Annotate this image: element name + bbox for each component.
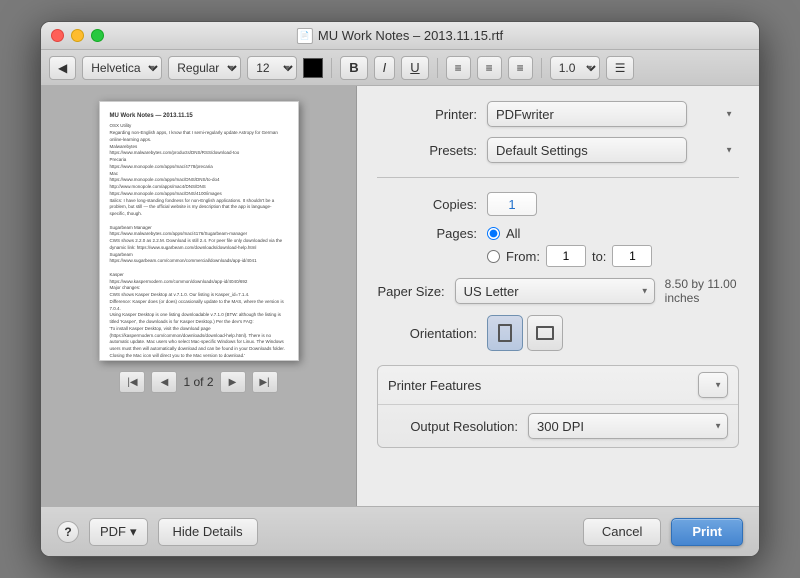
pdf-label: PDF [100, 524, 126, 539]
pages-to-label: to: [592, 249, 606, 264]
portrait-icon [498, 324, 512, 342]
bold-button[interactable]: B [340, 56, 367, 80]
toolbar-divider-2 [437, 58, 438, 78]
titlebar: 📄 MU Work Notes – 2013.11.15.rtf [41, 22, 759, 50]
font-size-select[interactable]: 12 [247, 56, 297, 80]
help-button[interactable]: ? [57, 521, 79, 543]
presets-select[interactable]: Default Settings [487, 137, 687, 163]
font-style-wrapper: Regular [168, 56, 241, 80]
orientation-buttons [487, 315, 563, 351]
preview-navigation: |◀ ◀ 1 of 2 ▶ ▶| [119, 371, 277, 393]
page-info: 1 of 2 [183, 375, 213, 389]
paper-size-control: US Letter [455, 278, 655, 304]
window-title: 📄 MU Work Notes – 2013.11.15.rtf [297, 28, 503, 44]
paper-size-info: 8.50 by 11.00 inches [665, 277, 739, 305]
features-body: Output Resolution: 300 DPI [378, 404, 738, 447]
copies-input[interactable] [487, 192, 537, 216]
traffic-lights [51, 29, 104, 42]
minimize-button[interactable] [71, 29, 84, 42]
pages-all-radio[interactable] [487, 227, 500, 240]
printer-features-header: Printer Features [378, 366, 738, 404]
italic-button[interactable]: I [374, 56, 396, 80]
main-content: MU Work Notes — 2013.11.15 OSX Utility R… [41, 86, 759, 506]
first-page-button[interactable]: |◀ [119, 371, 145, 393]
pages-row: Pages: All From: to: [377, 226, 739, 267]
list-button[interactable]: ☰ [606, 56, 635, 80]
cancel-button[interactable]: Cancel [583, 518, 661, 546]
features-dropdown-wrapper [698, 372, 728, 398]
pdf-button[interactable]: PDF ▾ [89, 518, 148, 546]
paper-size-select[interactable]: US Letter [455, 278, 655, 304]
landscape-icon [536, 326, 554, 340]
close-button[interactable] [51, 29, 64, 42]
portrait-button[interactable] [487, 315, 523, 351]
underline-button[interactable]: U [401, 56, 428, 80]
printer-select[interactable]: PDFwriter [487, 101, 687, 127]
printer-features-section: Printer Features Output Resolution: 300 … [377, 365, 739, 448]
line-spacing-select[interactable]: 1.0 [550, 56, 600, 80]
separator-1 [377, 177, 739, 178]
presets-row: Presets: Default Settings [377, 137, 739, 163]
print-button[interactable]: Print [671, 518, 743, 546]
preview-content: OSX Utility Regarding non-English apps, … [110, 123, 288, 361]
font-family-select[interactable]: Helvetica [82, 56, 162, 80]
output-res-control: 300 DPI [528, 413, 728, 439]
copies-label: Copies: [377, 197, 477, 212]
prev-page-button[interactable]: ◀ [151, 371, 177, 393]
paper-size-label: Paper Size: [377, 284, 445, 299]
printer-row: Printer: PDFwriter [377, 101, 739, 127]
align-right-button[interactable]: ≡ [508, 56, 533, 80]
pages-control: All From: to: [487, 226, 739, 267]
presets-control: Default Settings [487, 137, 739, 163]
output-res-select[interactable]: 300 DPI [528, 413, 728, 439]
preview-title: MU Work Notes — 2013.11.15 [110, 112, 288, 120]
line-spacing-wrapper: 1.0 [550, 56, 600, 80]
toolbar-divider-3 [541, 58, 542, 78]
hide-details-button[interactable]: Hide Details [158, 518, 258, 546]
pages-range-radio[interactable] [487, 250, 500, 263]
align-center-button[interactable]: ≡ [477, 56, 502, 80]
preview-panel: MU Work Notes — 2013.11.15 OSX Utility R… [41, 86, 357, 506]
align-left-button[interactable]: ≡ [446, 56, 471, 80]
last-page-button[interactable]: ▶| [252, 371, 278, 393]
toolbar-divider-1 [331, 58, 332, 78]
paper-size-row: Paper Size: US Letter 8.50 by 11.00 inch… [377, 277, 739, 305]
pages-label: Pages: [377, 226, 477, 241]
presets-label: Presets: [377, 143, 477, 158]
print-dialog: 📄 MU Work Notes – 2013.11.15.rtf ◀ Helve… [40, 21, 760, 557]
copies-control [487, 192, 739, 216]
pdf-arrow-icon: ▾ [130, 524, 137, 540]
printer-control: PDFwriter [487, 101, 739, 127]
pages-all-label: All [506, 226, 520, 241]
font-family-wrapper: Helvetica [82, 56, 162, 80]
toolbar: ◀ Helvetica Regular 12 B I U ≡ ≡ ≡ 1.0 [41, 50, 759, 86]
bottom-bar: ? PDF ▾ Hide Details Cancel Print [41, 506, 759, 556]
next-page-button[interactable]: ▶ [220, 371, 246, 393]
toolbar-back-btn[interactable]: ◀ [49, 56, 76, 80]
font-style-select[interactable]: Regular [168, 56, 241, 80]
print-settings-panel: Printer: PDFwriter Presets: Default Sett… [357, 86, 759, 506]
pages-all-row: All [487, 226, 739, 241]
pages-from-input[interactable] [546, 245, 586, 267]
orientation-row: Orientation: [377, 315, 739, 351]
copies-row: Copies: [377, 192, 739, 216]
maximize-button[interactable] [91, 29, 104, 42]
features-dropdown[interactable] [698, 372, 728, 398]
pages-from-label: From: [506, 249, 540, 264]
pages-range-row: From: to: [487, 245, 739, 267]
pages-to-input[interactable] [612, 245, 652, 267]
output-res-label: Output Resolution: [388, 419, 518, 434]
printer-label: Printer: [377, 107, 477, 122]
features-title: Printer Features [388, 378, 481, 393]
font-size-wrapper: 12 [247, 56, 297, 80]
document-icon: 📄 [297, 28, 313, 44]
orientation-label: Orientation: [377, 326, 477, 341]
page-preview: MU Work Notes — 2013.11.15 OSX Utility R… [99, 101, 299, 361]
output-res-row: Output Resolution: 300 DPI [388, 413, 728, 439]
landscape-button[interactable] [527, 315, 563, 351]
text-color-picker[interactable] [303, 58, 323, 78]
